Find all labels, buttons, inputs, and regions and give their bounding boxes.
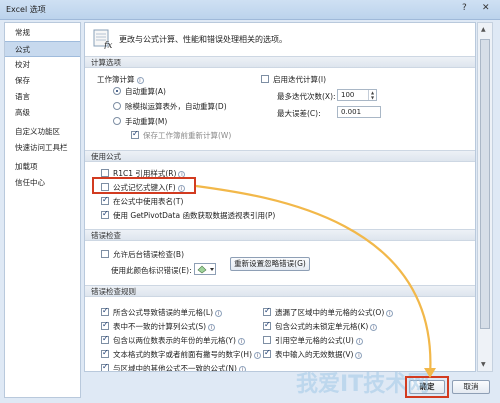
arrow-curve bbox=[195, 184, 432, 377]
arrow-head bbox=[424, 368, 436, 378]
annotation-arrow bbox=[195, 184, 436, 378]
